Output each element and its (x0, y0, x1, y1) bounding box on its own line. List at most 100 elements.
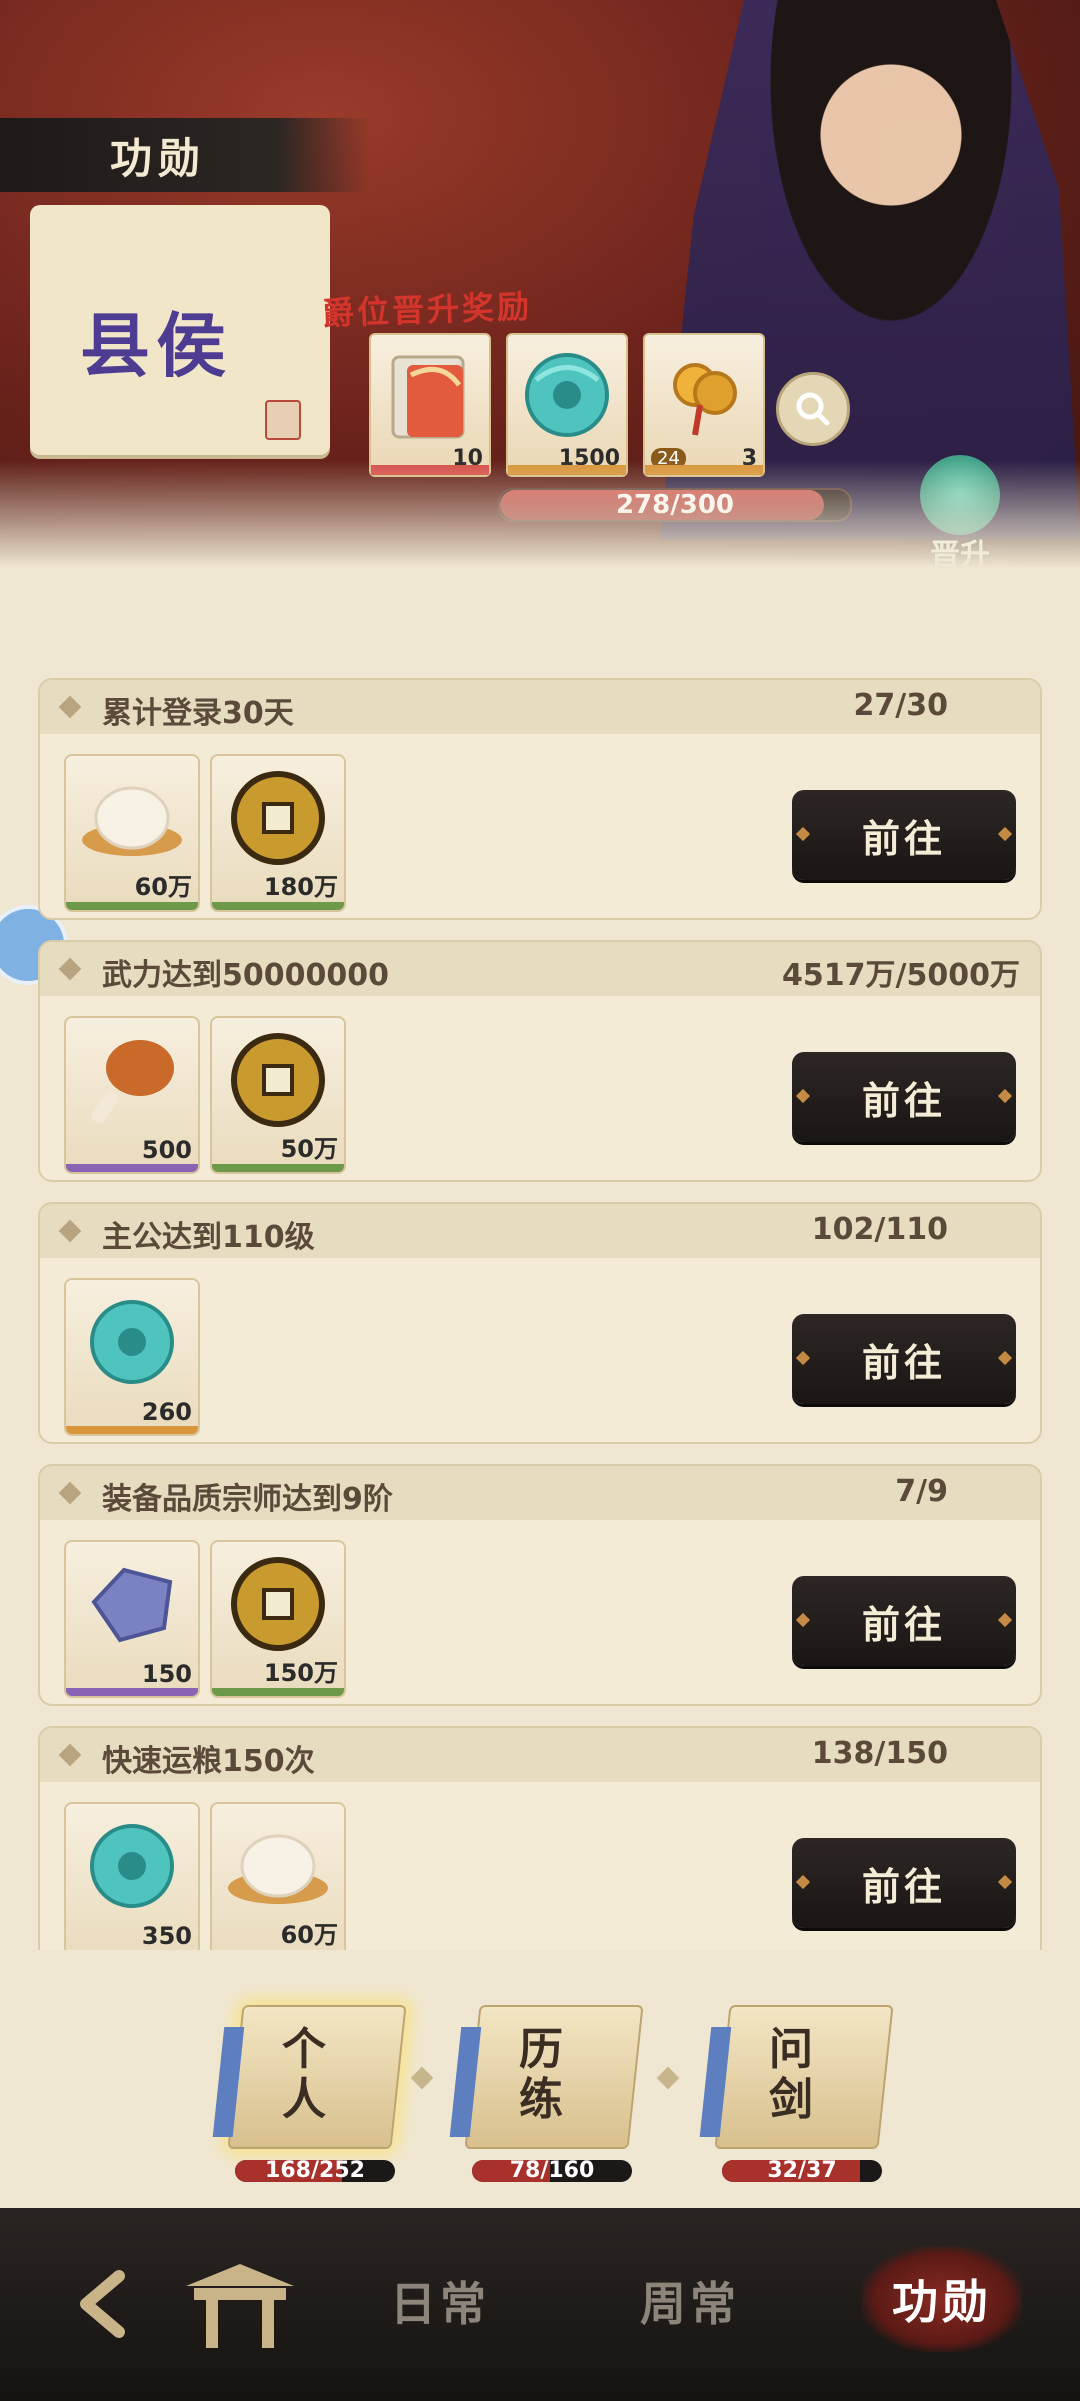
reward-item[interactable]: 60万 (64, 754, 200, 912)
diamond-icon (58, 957, 82, 981)
category-sword[interactable]: 问剑 32/37 (712, 2005, 894, 2185)
rarity-bar (212, 902, 344, 910)
reward-item[interactable]: 260 (64, 1278, 200, 1436)
task-title: 快速运粮150次 (102, 1744, 315, 1779)
reward-item[interactable]: 50万 (210, 1016, 346, 1174)
reward-item[interactable]: 350 (64, 1802, 200, 1950)
category-label: 历练 (519, 2024, 563, 2125)
rank-progress-text: 278/300 (615, 490, 735, 520)
reward-count: 150万 (263, 1659, 338, 1687)
promote-button[interactable]: 晋升 (910, 455, 1020, 575)
task-progress: 138/150 (811, 1736, 948, 1771)
task-list[interactable]: 累计登录30天 27/30 60万 180万 前往 武力达到50000000 4… (38, 678, 1042, 1950)
go-button[interactable]: 前往 (792, 1052, 1016, 1142)
qilin-icon (920, 455, 1000, 535)
reward-count: 10 (452, 446, 483, 471)
reward-count: 350 (141, 1922, 192, 1950)
rank-title: 县侯 (80, 304, 232, 387)
reward-count: 150 (141, 1660, 192, 1688)
jade-dragon-icon (525, 353, 609, 437)
category-progress-bar: 78/160 (472, 2160, 632, 2182)
diamond-icon (58, 1481, 82, 1505)
reward-item[interactable]: 500 (64, 1016, 200, 1174)
back-button[interactable] (64, 2264, 144, 2344)
reward-item[interactable]: 150万 (210, 1540, 346, 1698)
reward-item[interactable]: 60万 (210, 1802, 346, 1950)
promotion-reward-item[interactable]: 24 3 (643, 333, 765, 477)
nav-merit[interactable]: 功勋 (862, 2246, 1022, 2352)
go-button[interactable]: 前往 (792, 1314, 1016, 1404)
task-card: 装备品质宗师达到9阶 7/9 150 150万 前往 (38, 1464, 1042, 1706)
rarity-bar (66, 1688, 198, 1696)
rarity-bar (66, 1426, 198, 1434)
promote-label: 晋升 (930, 538, 990, 573)
steamed-bun-icon (228, 1834, 328, 1904)
copper-coin-icon (231, 1033, 325, 1127)
category-progress-bar: 32/37 (722, 2160, 882, 2182)
reward-count: 50万 (280, 1135, 338, 1163)
magnifier-icon (796, 392, 830, 426)
category-training[interactable]: 历练 78/160 (462, 2005, 644, 2185)
go-button[interactable]: 前往 (792, 790, 1016, 880)
copper-coin-icon (231, 771, 325, 865)
task-header: 主公达到110级 102/110 (40, 1204, 1040, 1258)
promotion-reward-item[interactable]: 10 (369, 333, 491, 477)
header-banner: 功勋 县侯 爵位晋升奖励 10 1500 24 3 278/300 晋升 (0, 0, 1080, 580)
rarity-bar (212, 1164, 344, 1172)
reward-count: 60万 (134, 873, 192, 901)
jade-dragon-icon (90, 1824, 174, 1908)
task-card: 主公达到110级 102/110 260 前往 (38, 1202, 1042, 1444)
reward-level-badge: 24 (651, 448, 686, 469)
category-progress-text: 32/37 (767, 2160, 837, 2182)
rarity-bar (212, 1688, 344, 1696)
category-label: 问剑 (769, 2024, 813, 2125)
rarity-bar (66, 1164, 198, 1172)
category-progress-text: 168/252 (265, 2160, 365, 2182)
rarity-bar (508, 465, 626, 475)
nav-weekly[interactable]: 周常 (640, 2268, 740, 2334)
task-title: 装备品质宗师达到9阶 (102, 1482, 393, 1517)
rank-progress-bar: 278/300 (498, 488, 852, 522)
reward-item[interactable]: 180万 (210, 754, 346, 912)
page-title: 功勋 (0, 118, 370, 192)
task-header: 快速运粮150次 138/150 (40, 1728, 1040, 1782)
rank-scroll: 县侯 (10, 205, 340, 465)
category-progress-bar: 168/252 (235, 2160, 395, 2182)
rarity-bar (371, 465, 489, 475)
copper-coin-icon (231, 1557, 325, 1651)
rarity-bar (645, 465, 763, 475)
task-title: 累计登录30天 (102, 696, 294, 731)
preview-button[interactable] (776, 372, 850, 446)
task-header: 武力达到50000000 4517万/5000万 (40, 942, 1040, 996)
reward-count: 180万 (263, 873, 338, 901)
home-button[interactable] (180, 2258, 300, 2354)
diamond-icon (58, 1743, 82, 1767)
go-button[interactable]: 前往 (792, 1838, 1016, 1928)
task-header: 装备品质宗师达到9阶 7/9 (40, 1466, 1040, 1520)
jade-dragon-icon (90, 1300, 174, 1384)
diamond-icon (58, 695, 82, 719)
ore-stone-icon (91, 1567, 173, 1643)
chicken-leg-icon (91, 1040, 174, 1123)
nav-daily[interactable]: 日常 (390, 2268, 490, 2334)
task-card: 武力达到50000000 4517万/5000万 500 50万 前往 (38, 940, 1042, 1182)
category-personal[interactable]: 个人 168/252 (225, 2005, 407, 2185)
scroll-pack-icon (391, 355, 465, 439)
go-button[interactable]: 前往 (792, 1576, 1016, 1666)
reward-count: 1500 (558, 446, 620, 471)
reward-count: 3 (741, 446, 757, 471)
category-label: 个人 (282, 2024, 326, 2125)
reward-item[interactable]: 150 (64, 1540, 200, 1698)
promotion-reward-item[interactable]: 1500 (506, 333, 628, 477)
task-progress: 27/30 (853, 688, 948, 723)
reward-count: 60万 (280, 1921, 338, 1949)
promotion-reward-label: 爵位晋升奖励 (321, 287, 533, 333)
category-progress-text: 78/160 (509, 2160, 595, 2182)
seal-stamp-icon (265, 400, 301, 440)
diamond-icon (58, 1219, 82, 1243)
separator-diamond-icon (410, 2066, 434, 2090)
task-title: 武力达到50000000 (102, 958, 389, 993)
coin-string-icon (673, 363, 737, 436)
bottom-navigation: 日常 周常 功勋 (0, 2208, 1080, 2401)
back-arrow-icon (80, 2270, 125, 2338)
